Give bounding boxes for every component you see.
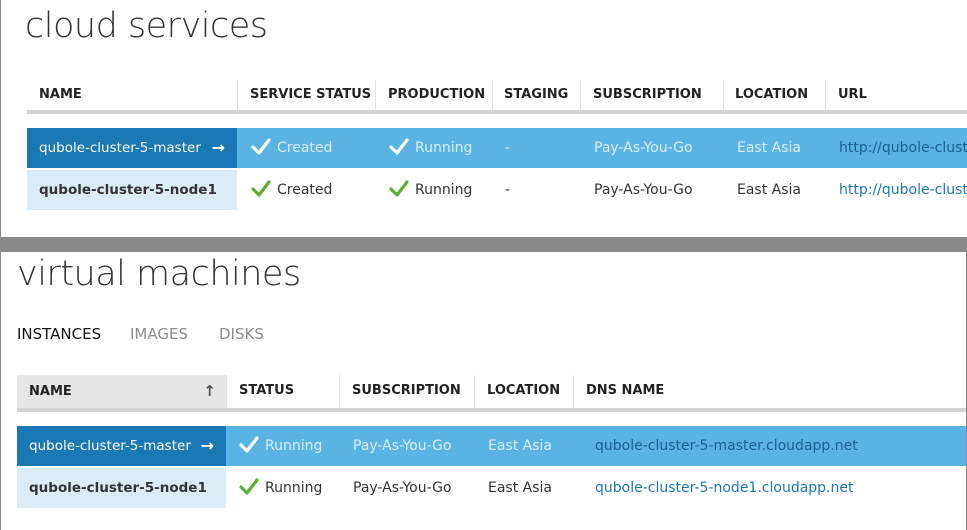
- production-cell: Running: [389, 128, 505, 168]
- location-cell: East Asia: [737, 140, 801, 156]
- tab-disks[interactable]: DISKS: [219, 324, 264, 344]
- column-header-name-label: NAME: [29, 384, 72, 399]
- tab-instances[interactable]: INSTANCES: [17, 324, 101, 344]
- arrow-right-icon[interactable]: →: [201, 426, 214, 466]
- column-header-service-status[interactable]: SERVICE STATUS: [238, 80, 376, 110]
- column-header-dns-name[interactable]: DNS NAME: [574, 376, 874, 406]
- column-header-staging[interactable]: STAGING: [492, 80, 580, 110]
- staging-cell: -: [505, 182, 511, 198]
- checkmark-icon: [389, 137, 409, 155]
- dns-name-link[interactable]: qubole-cluster-5-master.cloudapp.net: [595, 426, 965, 466]
- checkmark-icon: [239, 477, 259, 495]
- service-status-cell: Created: [251, 128, 389, 168]
- row-name: qubole-cluster-5-master: [29, 438, 191, 454]
- production-text: Running: [415, 140, 473, 156]
- location-cell: East Asia: [488, 480, 552, 496]
- row-name-cell[interactable]: qubole-cluster-5-master →: [27, 128, 237, 168]
- virtual-machines-title: virtual machines: [17, 254, 301, 294]
- cloud-services-title: cloud services: [25, 6, 268, 46]
- checkmark-icon: [251, 137, 271, 155]
- arrow-right-icon[interactable]: →: [212, 128, 225, 168]
- location-cell: East Asia: [488, 438, 552, 454]
- column-header-name[interactable]: NAME ↑: [17, 375, 226, 408]
- location-cell: East Asia: [737, 182, 801, 198]
- status-cell: Running: [239, 468, 351, 508]
- panel-divider: [0, 238, 967, 252]
- subscription-cell: Pay-As-You-Go: [594, 140, 693, 156]
- status-cell: Running: [239, 426, 351, 466]
- row-name-cell[interactable]: qubole-cluster-5-node1: [27, 170, 237, 210]
- checkmark-icon: [239, 435, 259, 453]
- subscription-cell: Pay-As-You-Go: [353, 480, 452, 496]
- row-name: qubole-cluster-5-master: [39, 140, 201, 156]
- production-cell: Running: [389, 170, 505, 210]
- checkmark-icon: [251, 179, 271, 197]
- service-status-cell: Created: [251, 170, 389, 210]
- column-header-status[interactable]: STATUS: [227, 376, 339, 406]
- production-text: Running: [415, 182, 473, 198]
- column-header-production[interactable]: PRODUCTION: [376, 80, 492, 110]
- tab-images[interactable]: IMAGES: [130, 324, 188, 344]
- url-link[interactable]: http://qubole-clust: [839, 128, 967, 168]
- arrow-up-icon[interactable]: ↑: [203, 375, 216, 408]
- dns-name-link[interactable]: qubole-cluster-5-node1.cloudapp.net: [595, 468, 965, 508]
- column-header-subscription[interactable]: SUBSCRIPTION: [340, 376, 474, 406]
- column-header-url[interactable]: URL: [826, 80, 966, 110]
- column-header-location[interactable]: LOCATION: [723, 80, 825, 110]
- staging-cell: -: [505, 140, 511, 156]
- table-row[interactable]: qubole-cluster-5-master → Running Pay-As…: [17, 426, 966, 466]
- cloud-services-panel: cloud services NAME SERVICE STATUS PRODU…: [0, 0, 967, 238]
- row-name-cell[interactable]: qubole-cluster-5-node1: [17, 468, 226, 508]
- table-row[interactable]: qubole-cluster-5-master → Created Runnin…: [27, 128, 967, 168]
- column-header-subscription[interactable]: SUBSCRIPTION: [581, 80, 723, 110]
- row-name-cell[interactable]: qubole-cluster-5-master →: [17, 426, 226, 466]
- status-text: Running: [265, 438, 323, 454]
- service-status-text: Created: [277, 182, 333, 198]
- checkmark-icon: [389, 179, 409, 197]
- subscription-cell: Pay-As-You-Go: [353, 438, 452, 454]
- virtual-machines-panel: virtual machines INSTANCES IMAGES DISKS …: [0, 252, 967, 530]
- service-status-text: Created: [277, 140, 333, 156]
- column-header-name[interactable]: NAME: [27, 80, 237, 110]
- table-row[interactable]: qubole-cluster-5-node1 Created Running -…: [27, 170, 967, 210]
- subscription-cell: Pay-As-You-Go: [594, 182, 693, 198]
- url-link[interactable]: http://qubole-clust: [839, 170, 967, 210]
- column-header-location[interactable]: LOCATION: [475, 376, 573, 406]
- table-row[interactable]: qubole-cluster-5-node1 Running Pay-As-Yo…: [17, 468, 966, 508]
- status-text: Running: [265, 480, 323, 496]
